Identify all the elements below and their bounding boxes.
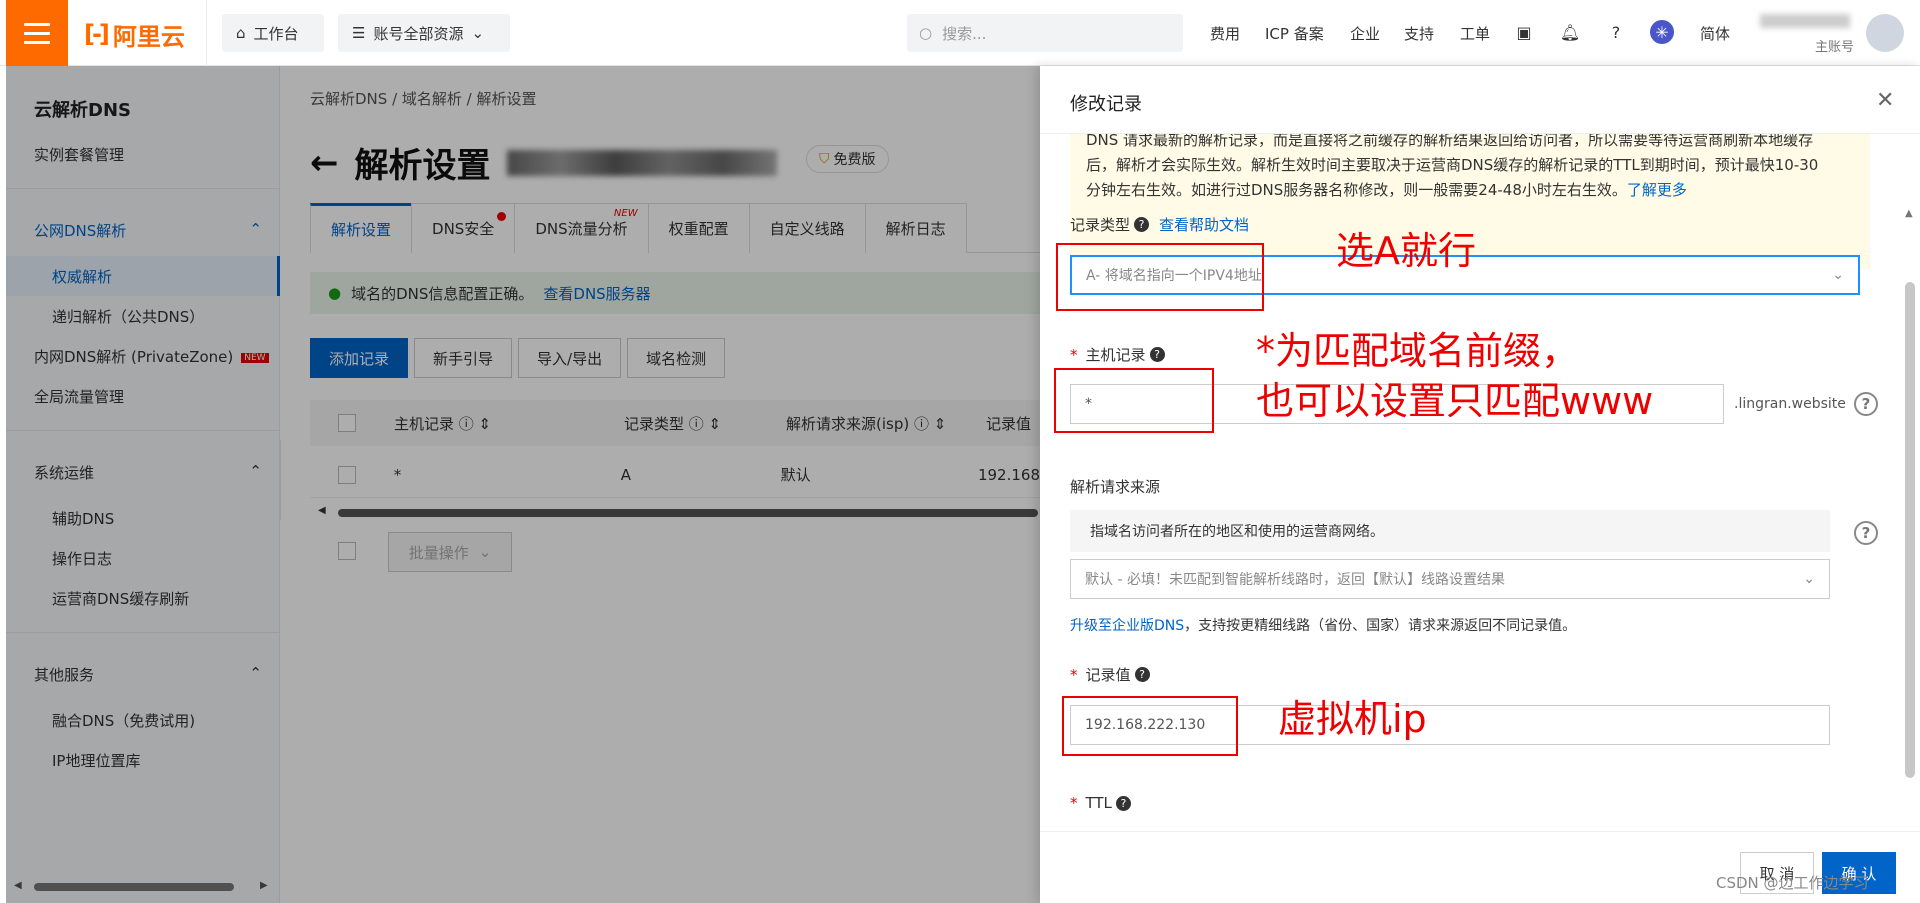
annotation-box-host bbox=[1054, 368, 1214, 433]
workbench-button[interactable]: ⌂ 工作台 bbox=[222, 14, 324, 52]
annotation-record-type: 选A就行 bbox=[1336, 229, 1476, 273]
language-switch[interactable]: 简体 bbox=[1700, 0, 1730, 66]
upgrade-link[interactable]: 升级至企业版DNS bbox=[1070, 618, 1184, 634]
close-icon[interactable]: ✕ bbox=[1876, 88, 1894, 113]
record-value-label: * 记录值? bbox=[1070, 664, 1150, 685]
warning-line: 后，解析才会实际生效。解析生效时间主要取决于运营商DNS缓存的解析记录的TTL到… bbox=[1086, 156, 1819, 174]
help-icon: ? bbox=[1134, 667, 1150, 682]
resources-dropdown[interactable]: ☰ 账号全部资源 ⌄ bbox=[338, 14, 510, 52]
chevron-down-icon: ⌄ bbox=[1832, 267, 1844, 283]
isp-select[interactable]: 默认 - 必填！未匹配到智能解析线路时，返回【默认】线路设置结果 ⌄ bbox=[1070, 559, 1830, 599]
avatar[interactable] bbox=[1866, 14, 1904, 52]
bell-icon[interactable]: 🔔︎ bbox=[1558, 20, 1582, 44]
help-icon[interactable]: ? bbox=[1854, 521, 1878, 545]
help-icon: ? bbox=[1134, 217, 1150, 232]
isp-label: 解析请求来源 bbox=[1070, 478, 1161, 496]
drawer-title: 修改记录 bbox=[1070, 94, 1142, 115]
modal-overlay[interactable] bbox=[6, 66, 1040, 903]
chevron-down-icon: ⌄ bbox=[471, 24, 485, 42]
account-name-blurred bbox=[1760, 14, 1850, 28]
drawer-header: 修改记录 ✕ bbox=[1040, 66, 1920, 134]
search-icon: ○ bbox=[919, 24, 933, 42]
drawer-scrollbar[interactable]: ▲ ▼ bbox=[1900, 134, 1920, 881]
terminal-icon[interactable]: ▣ bbox=[1512, 20, 1536, 44]
learn-more-link[interactable]: 了解更多 bbox=[1627, 181, 1687, 199]
isp-hint: 指域名访问者所在的地区和使用的运营商网络。 bbox=[1070, 510, 1830, 552]
warning-line: DNS 请求最新的解析记录，而是直接将之前缓存的解析结果返回给访问者，所以需要等… bbox=[1086, 134, 1814, 149]
search-input[interactable]: ○ 搜索... bbox=[907, 14, 1183, 52]
help-icon: ? bbox=[1149, 347, 1165, 362]
home-icon: ⌂ bbox=[236, 24, 246, 42]
upgrade-note: 升级至企业版DNS，支持按更精细线路（省份、国家）请求来源返回不同记录值。 bbox=[1070, 618, 1577, 634]
annotation-box-value bbox=[1062, 696, 1238, 756]
top-bar: [-] 阿里云 ⌂ 工作台 ☰ 账号全部资源 ⌄ ○ 搜索... 费用 ICP 备案 企业… bbox=[0, 0, 1920, 66]
warning-line: 分钟左右生效。如进行过DNS服务器名称修改，则一般需要24-48小时左右生效。 bbox=[1086, 181, 1627, 199]
nav-icp[interactable]: ICP 备案 bbox=[1265, 0, 1324, 66]
account-type: 主账号 bbox=[1815, 40, 1855, 55]
nav-support[interactable]: 支持 bbox=[1404, 0, 1434, 66]
nav-enterprise[interactable]: 企业 bbox=[1350, 0, 1380, 66]
nav-fee[interactable]: 费用 bbox=[1210, 0, 1240, 66]
annotation-box-record-type bbox=[1056, 243, 1264, 311]
help-icon[interactable]: ? bbox=[1604, 20, 1628, 44]
menu-icon[interactable] bbox=[6, 0, 68, 66]
chevron-down-icon: ⌄ bbox=[1803, 571, 1815, 587]
stack-icon: ☰ bbox=[352, 24, 366, 42]
nav-ticket[interactable]: 工单 bbox=[1460, 0, 1490, 66]
annotation-host-line2: 也可以设置只匹配www bbox=[1256, 379, 1654, 423]
edit-record-drawer: 修改记录 ✕ DNS 请求最新的解析记录，而是直接将之前缓存的解析结果返回给访问… bbox=[1040, 66, 1920, 903]
annotation-host-line1: *为匹配域名前缀， bbox=[1256, 329, 1580, 373]
ai-assistant-icon[interactable]: ✳ bbox=[1650, 20, 1674, 44]
help-icon: ? bbox=[1115, 795, 1131, 811]
host-record-label: * 主机记录? bbox=[1070, 344, 1165, 365]
domain-suffix: .lingran.website bbox=[1734, 396, 1846, 412]
watermark: CSDN @边工作边学习 bbox=[1716, 874, 1869, 892]
aliyun-logo[interactable]: [-] 阿里云 bbox=[84, 18, 185, 51]
help-doc-link[interactable]: 查看帮助文档 bbox=[1159, 214, 1249, 235]
record-type-label: 记录类型? 查看帮助文档 bbox=[1070, 214, 1250, 235]
annotation-value: 虚拟机ip bbox=[1278, 697, 1427, 741]
ttl-label: * TTL? bbox=[1070, 794, 1131, 812]
help-icon[interactable]: ? bbox=[1854, 392, 1878, 416]
